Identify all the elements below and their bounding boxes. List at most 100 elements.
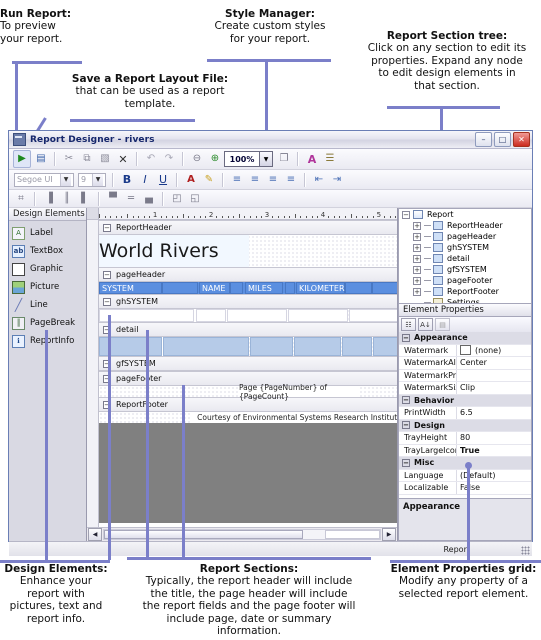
element-properties-grid[interactable]: −AppearanceWatermark(none)WatermarkAlign… (398, 332, 532, 499)
property-row[interactable]: WatermarkSizeM Clip (399, 382, 531, 395)
style-manager-button[interactable]: A (304, 151, 320, 167)
expand-icon[interactable]: + (413, 265, 421, 274)
collapse-icon[interactable]: − (402, 333, 410, 342)
ghsystem-field-5[interactable] (349, 309, 397, 322)
align-left-button[interactable]: ≡ (229, 172, 245, 188)
page-setup-button[interactable]: ❐ (276, 151, 292, 167)
ghsystem-field-1[interactable] (99, 309, 194, 322)
design-element-graphic[interactable]: Graphic (12, 260, 86, 278)
cut-button[interactable]: ✂ (61, 151, 77, 167)
collapse-icon[interactable]: − (402, 458, 410, 467)
align-justify-button[interactable]: ≡ (283, 172, 299, 188)
tree-node-gfsystem[interactable]: + gfSYSTEM (399, 264, 531, 275)
property-value[interactable]: Center (456, 357, 531, 369)
canvas-horizontal-scrollbar[interactable]: ◀ ▶ (87, 527, 397, 541)
chevron-down-icon[interactable]: ▼ (92, 173, 103, 186)
zoom-out-button[interactable]: ⊖ (189, 151, 205, 167)
page-number-element[interactable]: Page {PageNumber} of {PageCount} (239, 383, 359, 401)
design-element-textbox[interactable]: ab TextBox (12, 242, 86, 260)
design-element-reportinfo[interactable]: ℹ ReportInfo (12, 332, 86, 350)
detail-field-5[interactable] (342, 337, 372, 356)
delete-button[interactable]: ✕ (115, 151, 131, 167)
send-to-back-button[interactable]: ◱ (187, 191, 203, 207)
property-value[interactable]: 80 (456, 432, 531, 444)
align-top-edges-button[interactable]: ▀ (105, 191, 121, 207)
band-header-gfsystem[interactable]: − gfSYSTEM (99, 356, 397, 371)
detail-field-3[interactable] (250, 337, 293, 356)
font-color-button[interactable]: A (183, 172, 199, 188)
band-body-pageheader[interactable]: SYSTEM NAME MILES KILOMETERS (99, 282, 397, 294)
band-header-detail[interactable]: − detail (99, 322, 397, 337)
courtesy-element[interactable]: Courtesy of Environmental Systems Resear… (192, 412, 397, 423)
zoom-in-button[interactable]: ⊕ (207, 151, 223, 167)
design-element-label[interactable]: A Label (12, 224, 86, 242)
design-element-pagebreak[interactable]: ║ PageBreak (12, 314, 86, 332)
align-right-button[interactable]: ≡ (265, 172, 281, 188)
increase-indent-button[interactable]: ⇥ (329, 172, 345, 188)
tree-node-detail[interactable]: + detail (399, 253, 531, 264)
align-center-button[interactable]: ≡ (247, 172, 263, 188)
column-header-kilometers[interactable]: KILOMETERS (296, 282, 350, 294)
group-button[interactable]: ⌗ (13, 191, 29, 207)
arrow-right-icon[interactable]: ▶ (382, 528, 396, 541)
categorized-view-button[interactable]: ☷ (401, 318, 416, 331)
copy-button[interactable]: ⧉ (79, 151, 95, 167)
align-right-edges-button[interactable]: ▌ (77, 191, 93, 207)
band-header-ghsystem[interactable]: − ghSYSTEM (99, 294, 397, 309)
band-body-reportheader[interactable]: World Rivers (99, 235, 397, 267)
minimize-button[interactable]: – (475, 132, 492, 147)
font-family-select[interactable]: Segoe UI ▼ (14, 172, 74, 187)
ghsystem-field-4[interactable] (288, 309, 348, 322)
align-middle-button[interactable]: ═ (123, 191, 139, 207)
collapse-icon[interactable]: − (103, 297, 111, 306)
tree-node-pagefooter[interactable]: + pageFooter (399, 275, 531, 286)
property-value[interactable] (456, 369, 531, 381)
run-report-button[interactable]: ▶ (13, 150, 31, 168)
collapse-icon[interactable]: − (103, 223, 111, 232)
chevron-down-icon[interactable]: ▼ (60, 173, 71, 186)
report-section-tree[interactable]: − Report + ReportHeader + pageHeader + ghSYSTEM… (398, 208, 532, 304)
property-category-design[interactable]: − Design (399, 419, 531, 432)
collapse-icon[interactable]: − (402, 210, 410, 219)
band-body-pagefooter[interactable]: Page {PageNumber} of {PageCount} (99, 383, 397, 401)
resize-grip[interactable] (521, 546, 530, 555)
collapse-icon[interactable]: − (103, 270, 111, 279)
chevron-down-icon[interactable]: ▼ (260, 151, 273, 167)
column-header-blank-5[interactable] (372, 282, 397, 294)
expand-icon[interactable]: + (413, 276, 421, 285)
property-category-appearance[interactable]: − Appearance (399, 332, 531, 345)
design-element-line[interactable]: ╱ Line (12, 296, 86, 314)
tree-node-report[interactable]: − Report (399, 209, 531, 220)
column-header-blank-4[interactable] (345, 282, 372, 294)
property-row[interactable]: WatermarkPrintO (399, 369, 531, 382)
paste-button[interactable]: ▧ (97, 151, 113, 167)
tree-node-pageheader[interactable]: + pageHeader (399, 231, 531, 242)
italic-button[interactable]: I (137, 172, 153, 188)
property-row[interactable]: TrayLargeIcon True (399, 444, 531, 457)
property-row[interactable]: Language (Default) (399, 469, 531, 482)
highlight-color-button[interactable]: ✎ (201, 172, 217, 188)
band-body-detail[interactable] (99, 337, 397, 356)
property-value[interactable]: Clip (456, 382, 531, 394)
collapse-icon[interactable]: − (402, 396, 410, 405)
report-properties-button[interactable]: ☰ (322, 151, 338, 167)
bold-button[interactable]: B (119, 172, 135, 188)
align-bottom-edges-button[interactable]: ▄ (141, 191, 157, 207)
property-value[interactable]: True (456, 444, 531, 456)
hscroll-thumb[interactable] (104, 530, 303, 539)
band-body-reportfooter[interactable]: Courtesy of Environmental Systems Resear… (99, 412, 397, 423)
detail-field-4[interactable] (294, 337, 341, 356)
save-report-layout-button[interactable]: ▤ (33, 151, 49, 167)
property-row[interactable]: Watermark (none) (399, 344, 531, 357)
font-size-select[interactable]: 9 ▼ (78, 172, 106, 187)
band-body-ghsystem[interactable] (99, 309, 397, 322)
band-header-pageheader[interactable]: − pageHeader (99, 267, 397, 282)
maximize-button[interactable]: □ (494, 132, 511, 147)
decrease-indent-button[interactable]: ⇤ (311, 172, 327, 188)
tree-node-reportheader[interactable]: + ReportHeader (399, 220, 531, 231)
expand-icon[interactable]: + (413, 254, 421, 263)
property-row[interactable]: TrayHeight 80 (399, 432, 531, 445)
detail-field-2[interactable] (163, 337, 249, 356)
column-header-blank-2[interactable] (230, 282, 243, 294)
color-swatch-icon[interactable] (460, 345, 471, 356)
